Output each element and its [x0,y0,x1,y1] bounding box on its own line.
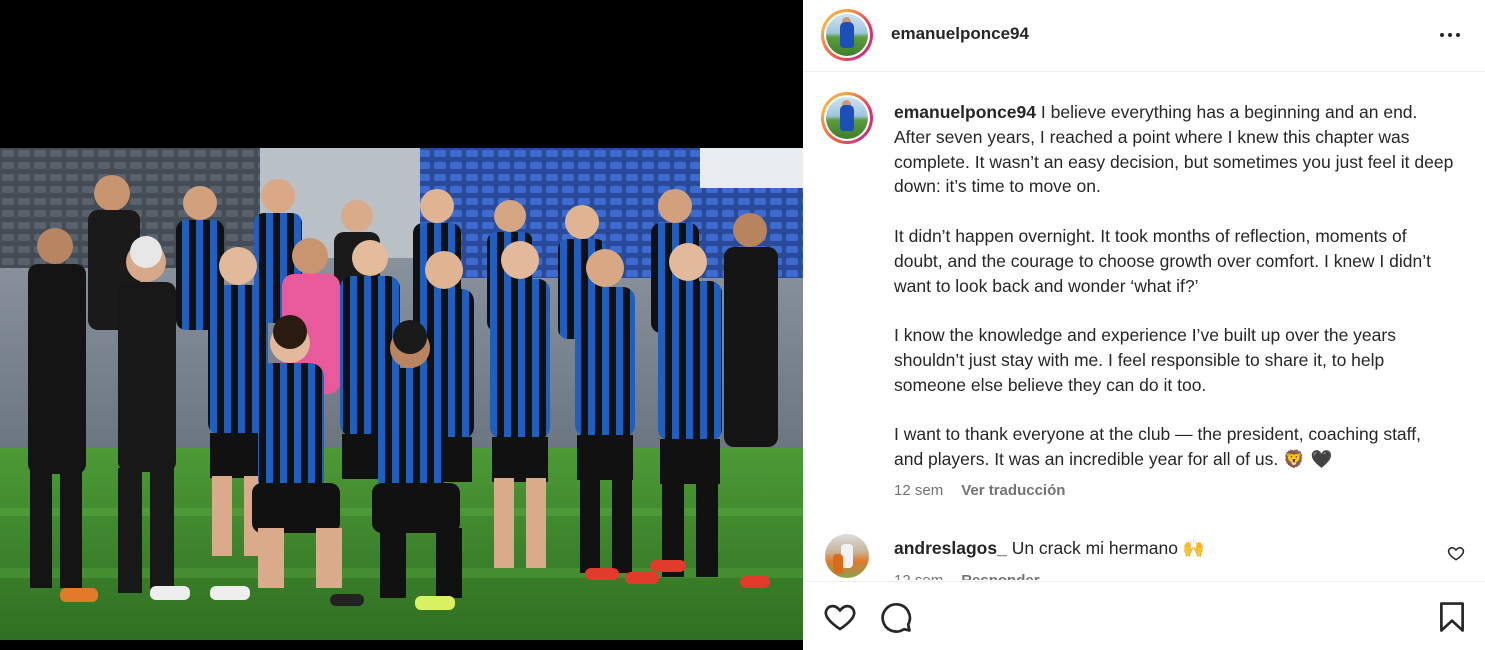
caption-meta: 12 sem Ver traducción [894,482,1065,499]
post-header: emanuelponce94 [803,0,1485,72]
team-photo [0,148,803,640]
commenter-avatar[interactable] [825,534,869,578]
comment-bubble-icon[interactable] [879,600,913,634]
comment-item: andreslagos_ Un crack mi hermano 🙌 12 se… [803,530,1485,580]
author-avatar[interactable] [821,9,873,61]
comment-time-ago: 12 sem [894,572,943,580]
bookmark-icon[interactable] [1435,600,1469,634]
caption-emoji: 🦁 🖤 [1283,450,1333,471]
caption-paragraph-3: I know the knowledge and experience I’ve… [894,325,1396,395]
post-media[interactable] [0,0,803,650]
comment-body: andreslagos_ Un crack mi hermano 🙌 [894,538,1414,559]
caption-username[interactable]: emanuelponce94 [894,102,1036,122]
caption-text: emanuelponce94 I believe everything has … [894,100,1454,473]
see-translation-link[interactable]: Ver traducción [961,482,1065,499]
caption-paragraph-4: I want to thank everyone at the club — t… [894,424,1421,470]
action-bar [803,581,1485,650]
post-time-ago: 12 sem [894,482,944,499]
heart-icon[interactable] [823,600,857,634]
author-username[interactable]: emanuelponce94 [891,24,1029,44]
post-details-panel: emanuelponce94 emanuelponce94 I believe … [803,0,1485,650]
comment-meta: 12 sem Responder [894,572,1040,580]
reply-button[interactable]: Responder [961,572,1039,580]
comment-username[interactable]: andreslagos_ [894,538,1007,558]
caption-paragraph-2: It didn’t happen overnight. It took mont… [894,225,1431,296]
comment-heart-icon[interactable] [1447,544,1465,562]
more-options-icon[interactable] [1435,20,1465,50]
comment-text: Un crack mi hermano 🙌 [1011,538,1205,558]
caption-author-avatar[interactable] [821,92,873,144]
